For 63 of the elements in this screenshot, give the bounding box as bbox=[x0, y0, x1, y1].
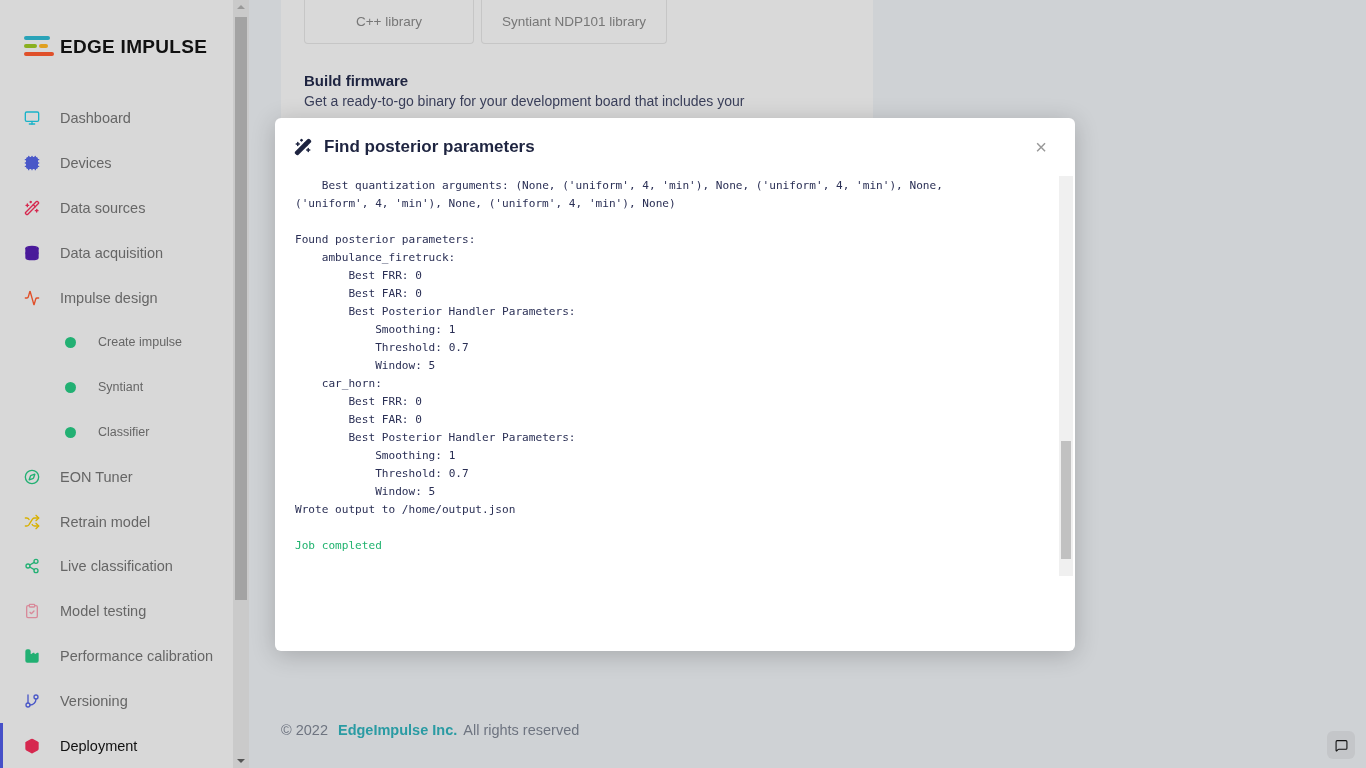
sidebar-item[interactable]: Data sources bbox=[0, 185, 233, 231]
sidebar-item[interactable]: Devices bbox=[0, 140, 233, 186]
scrollbar[interactable] bbox=[233, 0, 249, 768]
shuffle-icon bbox=[24, 513, 40, 530]
sidebar-item[interactable]: Data acquisition bbox=[0, 230, 233, 276]
dot-icon bbox=[65, 336, 76, 348]
sidebar-item[interactable]: Syntiant bbox=[0, 364, 233, 410]
log-line: ambulance_firetruck: bbox=[320, 250, 457, 266]
scrollbar[interactable] bbox=[1059, 176, 1073, 576]
log-line: car_horn: bbox=[320, 376, 383, 392]
nodes-icon bbox=[24, 558, 40, 575]
factory-icon bbox=[24, 648, 40, 664]
dot-icon bbox=[65, 381, 76, 393]
log-line: Threshold: 0.7 bbox=[374, 466, 470, 482]
log-line: Threshold: 0.7 bbox=[374, 340, 470, 356]
modal-title: Find posterior parameters bbox=[324, 137, 536, 157]
log-line: Window: 5 bbox=[374, 484, 437, 500]
library-button[interactable]: C++ library bbox=[304, 0, 474, 44]
sidebar-item[interactable]: Model testing bbox=[0, 588, 233, 634]
log-line: Best FAR: 0 bbox=[347, 286, 423, 302]
sidebar-item[interactable]: Dashboard bbox=[0, 96, 233, 141]
log-line: Best quantization arguments: (None, ('uniform', 4, 'min'), None, ('uniform', 4, 'min'), None, ('uniform', 4, 'min'), None, ('uniform', 4, 'min'), None) bbox=[295, 178, 944, 212]
database-icon bbox=[24, 244, 40, 261]
chip-icon bbox=[24, 155, 40, 172]
log-line: Best Posterior Handler Parameters: bbox=[347, 430, 577, 446]
dot-icon bbox=[65, 426, 76, 438]
section-heading: Build firmware bbox=[304, 72, 410, 89]
sidebar-item[interactable]: Retrain model bbox=[0, 499, 233, 544]
log-line: Best FRR: 0 bbox=[347, 394, 423, 410]
log-line: Best Posterior Handler Parameters: bbox=[347, 304, 577, 320]
monitor-icon bbox=[24, 110, 40, 127]
library-button[interactable]: Syntiant NDP101 library bbox=[481, 0, 668, 44]
pulse-icon bbox=[24, 289, 40, 306]
box-icon bbox=[24, 737, 40, 754]
branch-icon bbox=[24, 692, 40, 709]
log-line: Job completed bbox=[295, 538, 383, 554]
logo-text: EDGE IMPULSE bbox=[60, 35, 208, 58]
log-line: Wrote output to /home/output.json bbox=[295, 502, 517, 518]
sidebar-item[interactable]: EON Tuner bbox=[0, 454, 233, 500]
description-text: Get a ready-to-go binary for your development board that includes your bbox=[304, 93, 746, 109]
log-line: Best FRR: 0 bbox=[347, 268, 423, 284]
log-line: Best FAR: 0 bbox=[347, 412, 423, 428]
sidebar-item[interactable]: Live classification bbox=[0, 544, 233, 589]
wand-icon bbox=[294, 138, 312, 156]
feedback-button[interactable] bbox=[1327, 731, 1355, 759]
log-line: Smoothing: 1 bbox=[374, 448, 457, 464]
sidebar-item[interactable]: Performance calibration bbox=[0, 633, 233, 679]
log-line: Found posterior parameters: bbox=[295, 232, 477, 248]
wand-icon bbox=[24, 200, 40, 217]
sidebar-item[interactable]: Versioning bbox=[0, 678, 233, 724]
sidebar-item[interactable]: Impulse design bbox=[0, 275, 233, 321]
close-button[interactable]: × bbox=[1027, 137, 1055, 157]
company-link[interactable]: EdgeImpulse Inc. bbox=[338, 722, 458, 738]
sidebar-item[interactable]: Create impulse bbox=[0, 320, 233, 365]
compass-icon bbox=[24, 468, 40, 485]
log-line: Window: 5 bbox=[374, 358, 437, 374]
copyright-text: © 2022 bbox=[281, 722, 328, 738]
log-line: Smoothing: 1 bbox=[374, 322, 457, 338]
chat-icon bbox=[1334, 738, 1348, 752]
clipboard-check-icon bbox=[24, 603, 40, 620]
rights-text: All rights reserved bbox=[463, 722, 580, 738]
logo-icon bbox=[24, 35, 54, 58]
sidebar-item[interactable]: Classifier bbox=[0, 409, 233, 455]
